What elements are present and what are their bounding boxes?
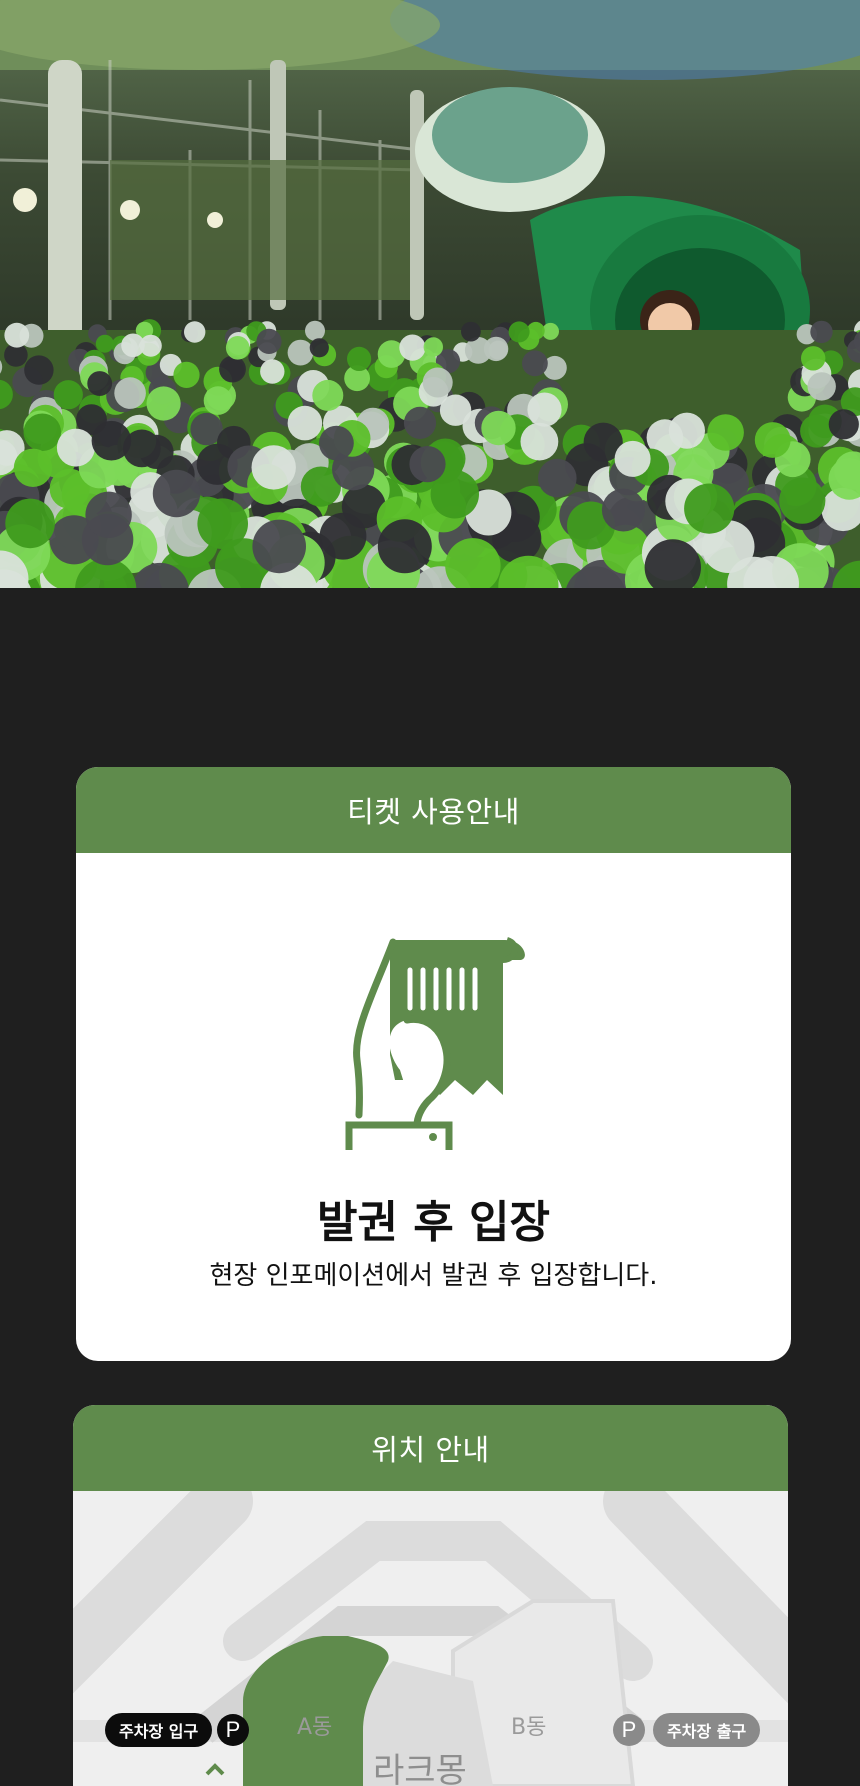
parking-entrance-icon: P	[217, 1714, 249, 1746]
ticket-info-title: 발권 후 입장	[316, 1197, 551, 1248]
hand-holding-ticket-icon	[345, 930, 535, 1152]
ticket-info-header: 티켓 사용안내	[76, 767, 791, 853]
building-a-label: A동	[297, 1715, 333, 1740]
parking-exit-icon: P	[613, 1714, 645, 1746]
ticket-info-description: 현장 인포메이션에서 발권 후 입장합니다.	[209, 1261, 658, 1291]
building-b-label: B동	[511, 1715, 547, 1740]
hero-photo	[0, 0, 860, 588]
location-header: 위치 안내	[73, 1405, 788, 1491]
parking-exit-label: 주차장 출구	[653, 1713, 761, 1747]
ball-pit-illustration	[0, 0, 860, 588]
mall-name-label: 라크몽	[373, 1751, 467, 1786]
parking-entrance-label: 주차장 입구	[105, 1713, 213, 1747]
location-map[interactable]: 주차장 입구 P A동 B동 라크몽 P 주차장 출구	[73, 1491, 788, 1786]
page: 티켓 사용안내 발권 후 입장 현장 인포메이션에서 발권 후 입장합니다. 위…	[0, 0, 860, 1786]
